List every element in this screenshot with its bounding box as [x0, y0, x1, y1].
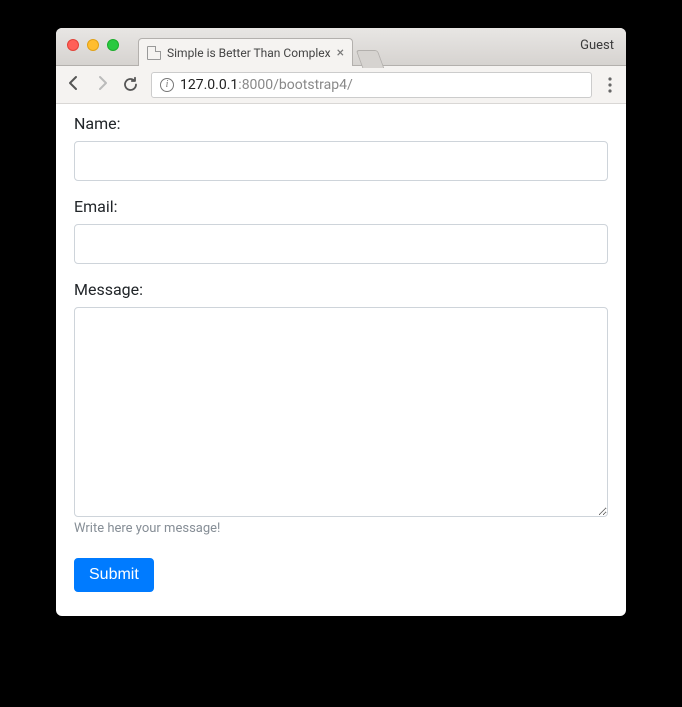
name-group: Name:	[74, 114, 608, 181]
url-host: 127.0.0.1	[180, 77, 238, 93]
arrow-right-icon	[94, 75, 110, 91]
email-group: Email:	[74, 197, 608, 264]
browser-menu-button[interactable]	[604, 77, 616, 93]
window-close-button[interactable]	[67, 39, 79, 51]
kebab-menu-icon	[608, 77, 612, 93]
tab-strip: Simple is Better Than Complex ×	[138, 28, 381, 65]
message-label: Message:	[74, 280, 608, 299]
window-minimize-button[interactable]	[87, 39, 99, 51]
tab-close-button[interactable]: ×	[337, 46, 344, 60]
message-textarea[interactable]	[74, 307, 608, 517]
email-input[interactable]	[74, 224, 608, 264]
back-button[interactable]	[66, 75, 82, 95]
url-text: 127.0.0.1:8000/bootstrap4/	[180, 77, 353, 93]
reload-icon	[122, 76, 139, 93]
profile-guest-label[interactable]: Guest	[580, 38, 614, 53]
forward-button[interactable]	[94, 75, 110, 95]
page-content: Name: Email: Message: Write here your me…	[56, 104, 626, 616]
browser-tab[interactable]: Simple is Better Than Complex ×	[138, 38, 353, 66]
reload-button[interactable]	[122, 76, 139, 93]
contact-form: Name: Email: Message: Write here your me…	[74, 114, 608, 592]
site-info-icon[interactable]: i	[160, 78, 174, 92]
window-controls	[67, 39, 119, 51]
window-maximize-button[interactable]	[107, 39, 119, 51]
url-port-path: :8000/bootstrap4/	[238, 77, 352, 93]
name-label: Name:	[74, 114, 608, 133]
message-help-text: Write here your message!	[74, 521, 608, 536]
page-icon	[147, 46, 161, 60]
tab-title: Simple is Better Than Complex	[167, 46, 331, 60]
browser-window: Simple is Better Than Complex × Guest i …	[56, 28, 626, 616]
name-input[interactable]	[74, 141, 608, 181]
submit-button[interactable]: Submit	[74, 558, 154, 592]
window-titlebar: Simple is Better Than Complex × Guest	[56, 28, 626, 66]
browser-toolbar: i 127.0.0.1:8000/bootstrap4/	[56, 66, 626, 104]
address-bar[interactable]: i 127.0.0.1:8000/bootstrap4/	[151, 72, 592, 98]
new-tab-button[interactable]	[356, 50, 385, 68]
arrow-left-icon	[66, 75, 82, 91]
message-group: Message: Write here your message!	[74, 280, 608, 536]
email-label: Email:	[74, 197, 608, 216]
